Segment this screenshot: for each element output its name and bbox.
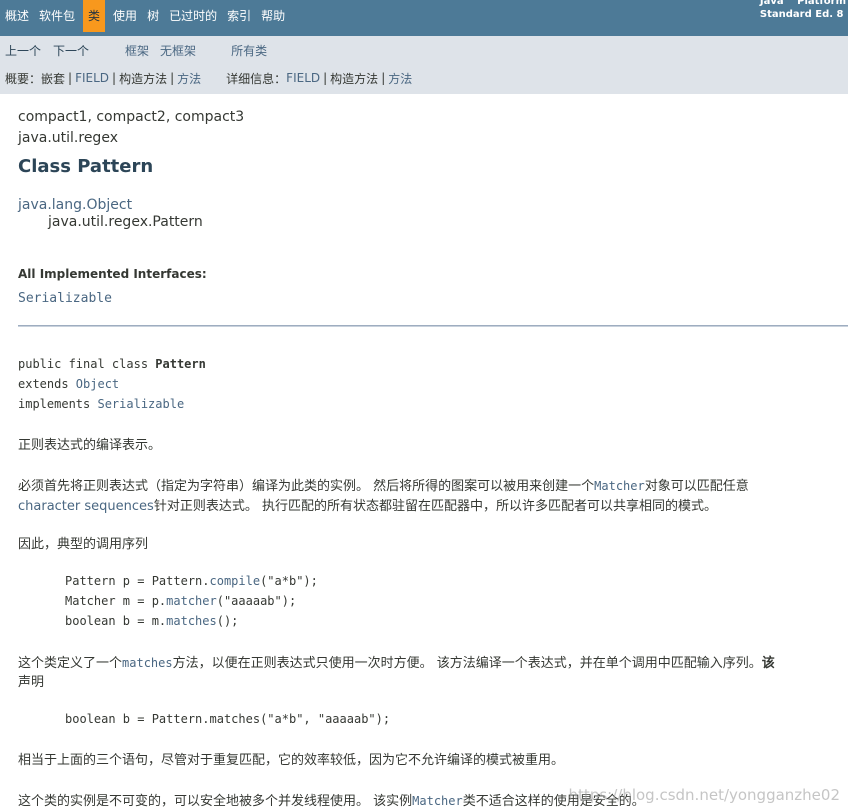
signature-serializable-link[interactable]: Serializable (97, 397, 184, 411)
nav-overview[interactable]: 概述 (0, 0, 34, 32)
text: 针对正则表达式。 执行匹配的所有状态都驻留在匹配器中，所以许多匹配者可以共享相同… (153, 499, 717, 514)
summary-constructor-link[interactable]: 构造方法 (119, 70, 167, 87)
code-text: boolean b = m. (65, 614, 167, 628)
bold-text: 该 (761, 656, 775, 671)
code-line-1: Pattern p = Pattern.compile("a*b"); (65, 574, 318, 588)
separator: | (323, 71, 328, 85)
code-line-4: boolean b = Pattern.matches("a*b", "aaaa… (65, 712, 391, 726)
top-nav-list: 概述 软件包 类 使用 树 已过时的 索引 帮助 (0, 0, 290, 32)
description-paragraph-3: 因此，典型的调用序列 (18, 537, 149, 552)
detail-label: 详细信息： (226, 71, 287, 86)
inheritance-child: java.util.regex.Pattern (48, 214, 203, 230)
signature-line-2: extends Object (18, 377, 119, 391)
description-paragraph-1: 正则表达式的编译表示。 (18, 438, 162, 453)
code-text: ("aaaaab"); (216, 594, 297, 608)
summary-label: 概要： (5, 71, 42, 86)
next-class-link[interactable]: 下一个 (53, 42, 89, 59)
nav-deprecated[interactable]: 已过时的 (164, 0, 222, 32)
platform-label: Java™ Platform Standard Ed. 8 (760, 0, 846, 21)
interfaces-label: All Implemented Interfaces: (18, 267, 207, 281)
description-paragraph-4-line-2: 声明 (18, 675, 45, 690)
signature-modifiers: public final class (18, 357, 156, 371)
nav-class: 类 (83, 0, 106, 32)
text: 这个类定义了一个 (18, 656, 123, 671)
platform-line-1: Java™ Platform (759, 0, 846, 7)
section-divider (18, 325, 848, 327)
matches-method-link[interactable]: matches (166, 614, 217, 628)
signature-extends: extends (18, 377, 76, 391)
subnav-row-1: 上一个 下一个 框架 无框架 所有类 (5, 42, 267, 58)
text: 方法，以便在正则表达式只使用一次时方便。 该方法编译一个表达式，并在单个调用中匹… (172, 656, 762, 671)
all-classes-link[interactable]: 所有类 (231, 42, 267, 59)
serializable-link[interactable]: Serializable (18, 291, 112, 306)
description-paragraph-2-line-2: character sequences针对正则表达式。 执行匹配的所有状态都驻留… (18, 495, 717, 514)
code-line-2: Matcher m = p.matcher("aaaaab"); (65, 594, 296, 608)
description-paragraph-2: 必须首先将正则表达式（指定为字符串）编译为此类的实例。 然后将所得的图案可以被用… (18, 475, 749, 494)
separator: | (381, 71, 386, 85)
separator: | (170, 71, 175, 85)
page-title: Class Pattern (18, 156, 154, 177)
separator: | (112, 71, 117, 85)
separator: | (68, 71, 73, 85)
text: 对象可以匹配任意 (644, 479, 749, 494)
inheritance-parent-link[interactable]: java.lang.Object (18, 197, 132, 213)
compile-link[interactable]: compile (210, 574, 261, 588)
description-paragraph-4: 这个类定义了一个matches方法，以便在正则表达式只使用一次时方便。 该方法编… (18, 652, 775, 671)
prev-class-link[interactable]: 上一个 (5, 42, 41, 59)
subnav-row-2: 概要： 嵌套 | FIELD | 构造方法 | 方法 详细信息： FIELD |… (5, 70, 412, 86)
code-line-3: boolean b = m.matches(); (65, 614, 238, 628)
signature-implements: implements (18, 397, 98, 411)
matches-link[interactable]: matches (122, 656, 173, 670)
code-text: Matcher m = p. (65, 594, 167, 608)
no-frames-link[interactable]: 无框架 (160, 42, 196, 59)
description-paragraph-6: 这个类的实例是不可变的，可以安全地被多个并发线程使用。 该实例Matcher类不… (18, 790, 645, 809)
detail-method-link[interactable]: 方法 (388, 70, 412, 87)
matcher-method-link[interactable]: matcher (166, 594, 217, 608)
signature-object-link[interactable]: Object (76, 377, 119, 391)
text: 必须首先将正则表达式（指定为字符串）编译为此类的实例。 然后将所得的图案可以被用… (18, 479, 595, 494)
sub-navigation-bar: 上一个 下一个 框架 无框架 所有类 概要： 嵌套 | FIELD | 构造方法… (0, 36, 848, 94)
char-sequences-link[interactable]: character sequences (18, 499, 154, 514)
package-name: java.util.regex (18, 130, 118, 146)
code-text: (); (216, 614, 239, 628)
watermark-text: https://blog.csdn.net/yongganzhe02 (568, 786, 840, 804)
text: 这个类的实例是不可变的，可以安全地被多个并发线程使用。 该实例 (18, 794, 413, 809)
detail-field-link[interactable]: FIELD (286, 71, 320, 85)
frames-link[interactable]: 框架 (125, 42, 149, 59)
signature-line-3: implements Serializable (18, 397, 184, 411)
code-text: ("a*b"); (260, 574, 318, 588)
matcher-link-2[interactable]: Matcher (412, 794, 463, 808)
detail-constructor-link[interactable]: 构造方法 (330, 70, 378, 87)
signature-line-1: public final class Pattern (18, 357, 206, 371)
signature-class-name: Pattern (155, 357, 206, 371)
summary-nested: 嵌套 (41, 71, 66, 86)
code-text: Pattern p = Pattern. (65, 574, 210, 588)
nav-package[interactable]: 软件包 (34, 0, 80, 32)
profiles-text: compact1, compact2, compact3 (18, 109, 245, 125)
summary-field-link[interactable]: FIELD (75, 71, 109, 85)
nav-use[interactable]: 使用 (108, 0, 142, 32)
nav-tree[interactable]: 树 (142, 0, 164, 32)
nav-help[interactable]: 帮助 (256, 0, 290, 32)
summary-method-link[interactable]: 方法 (177, 70, 201, 87)
top-navigation-bar: 概述 软件包 类 使用 树 已过时的 索引 帮助 Java™ Platform … (0, 0, 848, 36)
platform-line-2: Standard Ed. 8 (759, 9, 844, 20)
matcher-link[interactable]: Matcher (594, 479, 645, 493)
description-paragraph-5: 相当于上面的三个语句，尽管对于重复匹配，它的效率较低，因为它不允许编译的模式被重… (18, 753, 565, 768)
nav-index[interactable]: 索引 (222, 0, 256, 32)
